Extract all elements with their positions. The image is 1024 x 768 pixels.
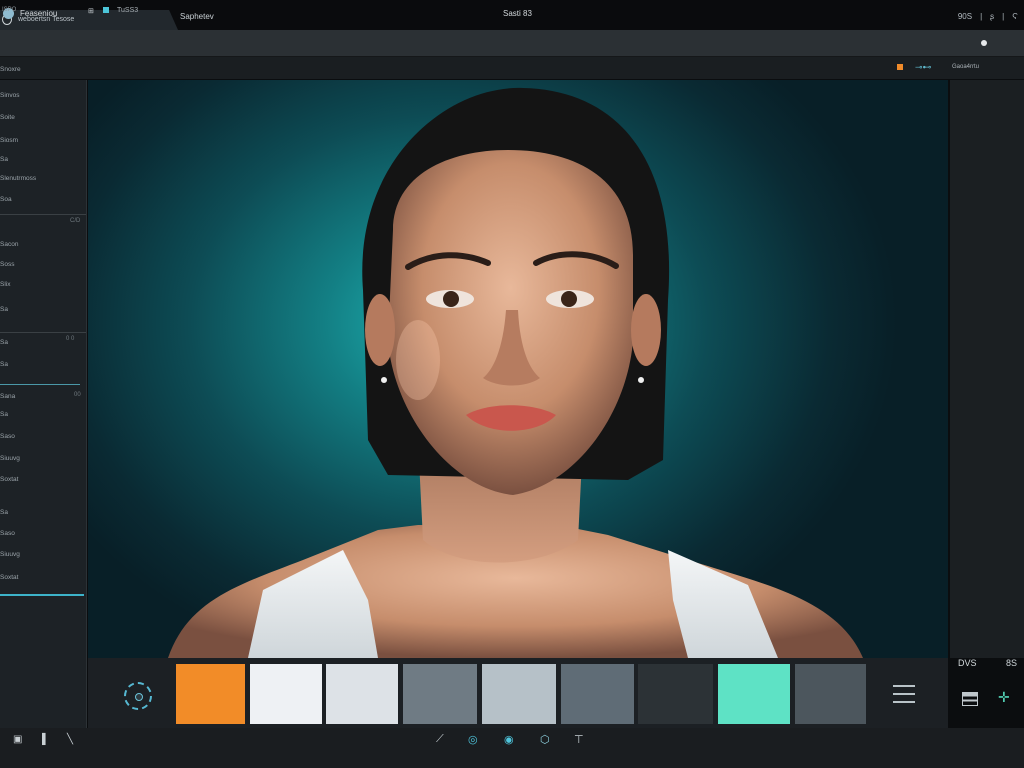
layer-item[interactable]: Saso	[0, 530, 15, 537]
window-control-separator: |	[980, 12, 983, 21]
swatch-9[interactable]	[795, 664, 866, 724]
swatch-6[interactable]	[561, 664, 634, 724]
sliders-icon[interactable]: ⊸⊷	[915, 62, 932, 73]
right-panel	[950, 80, 1024, 658]
tab-second[interactable]: Saphetev	[180, 12, 214, 21]
panel-count: 00	[74, 392, 81, 398]
move-crosshair-icon[interactable]: ✛	[998, 689, 1010, 706]
text-tool-icon[interactable]: ⊤	[574, 733, 584, 746]
swatch-3[interactable]	[326, 664, 398, 724]
options-menu[interactable]: ISPO	[2, 7, 16, 13]
layer-item[interactable]: Saso	[0, 433, 15, 440]
document-title: Sasti 83	[503, 9, 532, 18]
color-chip-icon[interactable]	[103, 7, 109, 13]
panel-header[interactable]: Snoxre	[0, 66, 21, 73]
layer-item[interactable]: Soss	[0, 261, 14, 268]
layer-item[interactable]: Sa	[0, 339, 8, 346]
panel-active-indicator	[0, 594, 84, 596]
layer-item[interactable]: Slenutrmoss	[0, 175, 36, 182]
panel-count: C/D	[70, 218, 81, 224]
bookmark-icon[interactable]: ▌	[42, 734, 49, 745]
layer-item[interactable]: Sa	[0, 361, 8, 368]
swatch-7[interactable]	[638, 664, 713, 724]
right-panel-value-2: 8S	[1006, 658, 1018, 668]
hamburger-menu-icon[interactable]	[893, 685, 915, 703]
status-dot-icon[interactable]	[981, 40, 987, 46]
portrait-image	[168, 87, 863, 658]
swatch-8[interactable]	[718, 664, 790, 724]
document-name[interactable]: Feaseniou	[20, 9, 57, 18]
right-panel-value: DVS	[958, 658, 977, 668]
panel-divider	[0, 332, 86, 333]
layer-item[interactable]: Sacon	[0, 241, 18, 248]
tool-preset-icon[interactable]: ⊞	[88, 7, 94, 15]
swatch-4[interactable]	[403, 664, 477, 724]
target-tool-icon[interactable]: ◎	[468, 733, 478, 746]
layer-item[interactable]: Soa	[0, 196, 12, 203]
layer-item[interactable]: Soxtat	[0, 476, 18, 483]
record-tool-icon[interactable]: ◉	[504, 733, 514, 746]
window-controls: 90S | ʂ | Ϛ	[958, 12, 1018, 21]
layer-item[interactable]: Siuuvg	[0, 455, 20, 462]
options-right-label[interactable]: Gaoa4rrtu	[952, 64, 979, 70]
layer-item[interactable]: Siuuvg	[0, 551, 20, 558]
layer-item[interactable]: Siosm	[0, 137, 18, 144]
layer-item[interactable]: Sana	[0, 393, 15, 400]
window-control-label[interactable]: 90S	[958, 12, 972, 21]
window-control-close-icon[interactable]: Ϛ	[1012, 12, 1018, 21]
frame-icon[interactable]: ▣	[13, 734, 22, 745]
brush-tool-icon[interactable]: ⟋	[436, 733, 444, 746]
layers-icon[interactable]	[962, 692, 978, 706]
swatch-5[interactable]	[482, 664, 556, 724]
swatch-2[interactable]	[250, 664, 322, 724]
panel-count: 0 0	[66, 336, 75, 342]
shield-tool-icon[interactable]: ⬡	[540, 733, 550, 746]
layer-item[interactable]: Soxtat	[0, 574, 18, 581]
layer-item[interactable]: Sa	[0, 306, 8, 313]
panel-accent-divider	[0, 384, 80, 385]
layer-item[interactable]: Sinvos	[0, 92, 20, 99]
pen-icon[interactable]: ╲	[67, 734, 73, 745]
window-control-settings-icon[interactable]: ʂ	[990, 12, 994, 21]
color-wheel-center-icon	[135, 693, 143, 701]
panel-divider	[0, 214, 86, 215]
layer-item[interactable]: Soite	[0, 114, 15, 121]
layer-item[interactable]: Slix	[0, 281, 10, 288]
layer-item[interactable]: Sa	[0, 509, 8, 516]
window-control-separator: |	[1002, 12, 1005, 21]
swatch-1[interactable]	[176, 664, 245, 724]
options-label: TuSS3	[117, 7, 139, 14]
document-bar	[0, 30, 1024, 57]
layer-item[interactable]: Sa	[0, 156, 8, 163]
options-bar	[0, 57, 1024, 79]
image-canvas[interactable]	[88, 80, 948, 658]
layer-item[interactable]: Sa	[0, 411, 8, 418]
warning-indicator-icon[interactable]	[897, 64, 903, 70]
